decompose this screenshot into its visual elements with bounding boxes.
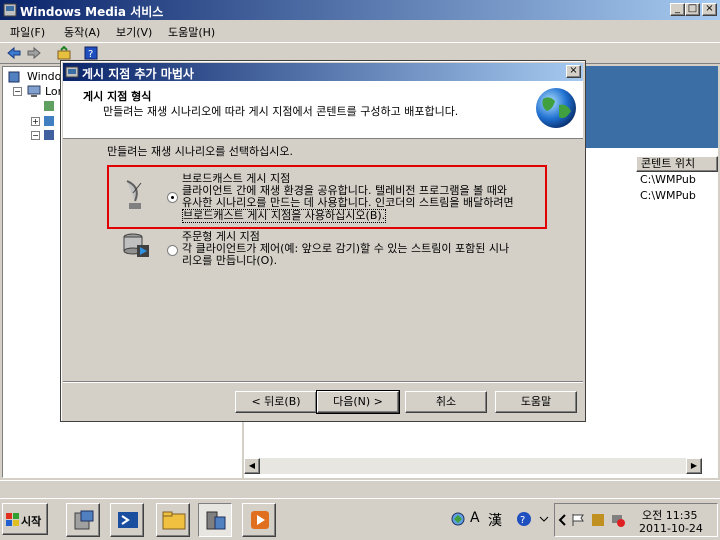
folder-icon bbox=[162, 511, 186, 530]
on-demand-desc-2: 리오를 만듭니다(O). bbox=[182, 254, 278, 267]
wizard-titlebar[interactable]: 게시 지점 추가 마법사 × bbox=[63, 63, 583, 81]
main-titlebar[interactable]: Windows Media 서비스 _ □ × bbox=[0, 0, 720, 20]
media-services-icon bbox=[206, 511, 226, 530]
help-button[interactable]: 도움말 bbox=[495, 391, 577, 413]
start-label: 시작 bbox=[21, 515, 42, 528]
tree-node-icon bbox=[44, 116, 54, 126]
column-header[interactable]: 콘텐트 위치 bbox=[636, 156, 718, 172]
show-hidden-icons-icon[interactable] bbox=[558, 513, 568, 527]
wizard-icon bbox=[65, 66, 79, 78]
svg-text:?: ? bbox=[88, 49, 93, 60]
svg-text:?: ? bbox=[520, 515, 525, 526]
tree-expand-toggle[interactable]: + bbox=[31, 117, 40, 126]
language-icon[interactable] bbox=[450, 511, 466, 527]
wizard-close-button[interactable]: × bbox=[566, 65, 581, 78]
button-separator bbox=[63, 381, 583, 383]
media-player-icon bbox=[251, 511, 269, 529]
menu-help[interactable]: 도움말(H) bbox=[168, 24, 215, 40]
close-button[interactable]: × bbox=[702, 3, 717, 16]
taskbar-powershell[interactable] bbox=[110, 503, 144, 537]
main-title: Windows Media 서비스 bbox=[20, 5, 164, 19]
maximize-button[interactable]: □ bbox=[685, 3, 700, 16]
menu-file[interactable]: 파일(F) bbox=[10, 24, 45, 40]
windows-logo-icon bbox=[6, 513, 19, 526]
ime-options-icon[interactable] bbox=[538, 511, 550, 527]
start-button[interactable]: 시작 bbox=[2, 503, 48, 535]
globe-icon bbox=[536, 88, 576, 128]
horizontal-scrollbar[interactable] bbox=[260, 458, 686, 474]
scroll-left-button[interactable]: ◀ bbox=[244, 458, 260, 474]
cancel-button[interactable]: 취소 bbox=[405, 391, 487, 413]
network-error-icon[interactable] bbox=[611, 513, 625, 527]
taskbar-server-manager[interactable] bbox=[66, 503, 100, 537]
taskbar-explorer[interactable] bbox=[156, 503, 190, 537]
clock-time[interactable]: 오전 11:35 bbox=[642, 507, 697, 523]
forward-arrow-icon[interactable] bbox=[26, 46, 42, 60]
hanja-label[interactable]: 漢 bbox=[488, 510, 502, 530]
header-title: 게시 지점 형식 bbox=[83, 90, 152, 103]
wizard-dialog: 게시 지점 추가 마법사 × 게시 지점 형식 만들려는 재생 시나리오에 따라… bbox=[60, 60, 586, 422]
tree-collapse-toggle[interactable]: − bbox=[31, 131, 40, 140]
broadcast-radio[interactable] bbox=[167, 192, 178, 203]
status-bar bbox=[0, 480, 720, 498]
header-subtitle: 만들려는 재생 시나리오에 따라 게시 지점에서 콘텐트를 구성하고 배포합니다… bbox=[103, 105, 459, 118]
menu-view[interactable]: 보기(V) bbox=[116, 24, 152, 40]
taskbar-media-player[interactable] bbox=[242, 503, 276, 537]
on-demand-icon bbox=[123, 233, 149, 257]
action-center-flag-icon[interactable] bbox=[571, 513, 585, 527]
tree-node-icon bbox=[44, 130, 54, 140]
back-arrow-icon[interactable] bbox=[6, 46, 22, 60]
next-button[interactable]: 다음(N) > bbox=[316, 390, 400, 414]
menu-action[interactable]: 동작(A) bbox=[64, 24, 100, 40]
minimize-button[interactable]: _ bbox=[670, 3, 685, 16]
wizard-header: 게시 지점 형식 만들려는 재생 시나리오에 따라 게시 지점에서 콘텐트를 구… bbox=[63, 81, 583, 139]
app-icon bbox=[3, 3, 17, 17]
wizard-title: 게시 지점 추가 마법사 bbox=[82, 67, 194, 81]
system-tray: 오전 11:35 2011-10-24 bbox=[554, 503, 718, 537]
server-manager-icon bbox=[74, 510, 94, 530]
tree-node-icon bbox=[44, 101, 54, 111]
taskbar: 시작 A 漢 ? 오전 11:35 2011-10-24 bbox=[0, 498, 720, 540]
broadcast-desc-3: 브로드캐스트 게시 지점을 사용하십시오(B). bbox=[182, 209, 387, 223]
ime-help-icon[interactable]: ? bbox=[516, 511, 532, 527]
clock-date[interactable]: 2011-10-24 bbox=[639, 522, 703, 535]
taskbar-media-services[interactable] bbox=[198, 503, 232, 537]
scroll-right-button[interactable]: ▶ bbox=[686, 458, 702, 474]
ime-mode-label[interactable]: A bbox=[470, 510, 480, 526]
tree-collapse-toggle[interactable]: − bbox=[13, 87, 22, 96]
computer-icon bbox=[27, 85, 41, 97]
up-folder-icon[interactable] bbox=[56, 46, 72, 60]
help-icon[interactable]: ? bbox=[84, 46, 98, 60]
broadcast-desc-2: 유사한 시나리오를 만드는 데 사용합니다. 인코더의 스트림을 배달하려면 bbox=[182, 196, 514, 209]
server-icon bbox=[8, 71, 20, 83]
back-button[interactable]: < 뒤로(B) bbox=[235, 391, 317, 413]
security-icon[interactable] bbox=[591, 513, 605, 527]
powershell-icon bbox=[118, 512, 138, 528]
satellite-dish-icon bbox=[126, 180, 142, 209]
prompt-text: 만들려는 재생 시나리오를 선택하십시오. bbox=[107, 145, 294, 158]
on-demand-radio[interactable] bbox=[167, 245, 178, 256]
list-item[interactable]: C:\WMPub bbox=[640, 173, 696, 186]
list-item[interactable]: C:\WMPub bbox=[640, 189, 696, 202]
